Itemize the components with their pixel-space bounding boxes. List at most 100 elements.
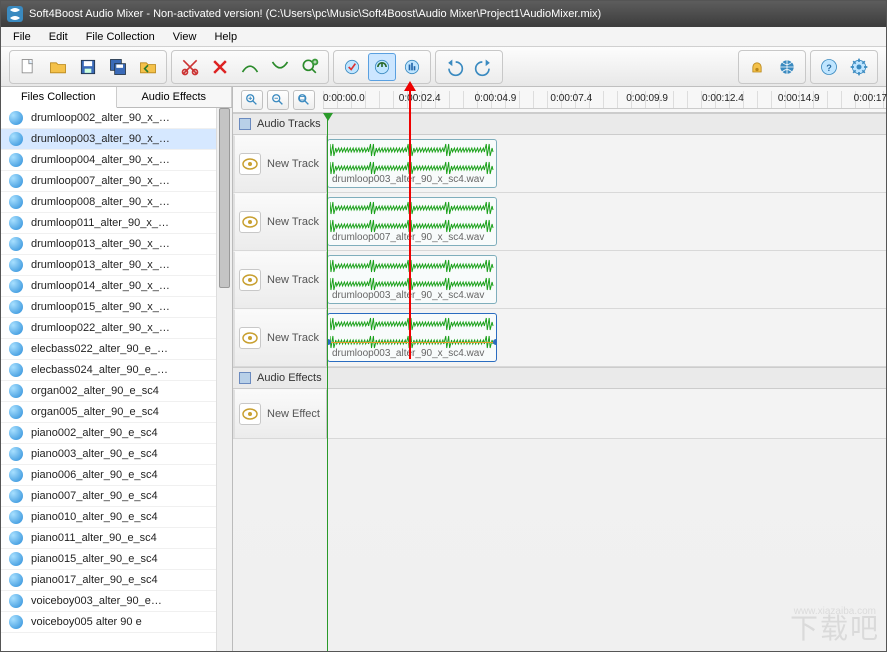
menu-view[interactable]: View: [165, 29, 205, 45]
fadeout-button[interactable]: [266, 53, 294, 81]
section-audio-effects-label: Audio Effects: [257, 372, 322, 384]
file-item[interactable]: piano011_alter_90_e_sc4: [1, 528, 232, 549]
audio-file-icon: [9, 552, 23, 566]
scrollbar-thumb[interactable]: [219, 108, 230, 288]
add-marker-button[interactable]: [296, 53, 324, 81]
mix-button[interactable]: [338, 53, 366, 81]
file-item[interactable]: drumloop013_alter_90_x_…: [1, 234, 232, 255]
audio-clip[interactable]: drumloop003_alter_90_x_sc4.wav: [327, 139, 497, 188]
menu-file-collection[interactable]: File Collection: [78, 29, 163, 45]
toolbar-group-process: [333, 50, 431, 84]
audio-file-icon: [9, 531, 23, 545]
file-item[interactable]: piano007_alter_90_e_sc4: [1, 486, 232, 507]
file-item[interactable]: drumloop007_alter_90_x_…: [1, 171, 232, 192]
file-item[interactable]: organ002_alter_90_e_sc4: [1, 381, 232, 402]
file-list-scrollbar[interactable]: [216, 108, 232, 651]
file-item[interactable]: elecbass022_alter_90_e_…: [1, 339, 232, 360]
section-audio-tracks[interactable]: Audio Tracks: [233, 113, 886, 135]
menu-edit[interactable]: Edit: [41, 29, 76, 45]
zoom-in-button[interactable]: [241, 90, 263, 110]
file-item-label: drumloop013_alter_90_x_…: [31, 238, 170, 250]
delete-button[interactable]: [206, 53, 234, 81]
file-item[interactable]: piano002_alter_90_e_sc4: [1, 423, 232, 444]
web-button[interactable]: [773, 53, 801, 81]
file-item[interactable]: drumloop008_alter_90_x_…: [1, 192, 232, 213]
track-lane[interactable]: drumloop007_alter_90_x_sc4.wav: [327, 193, 886, 250]
effect-lane[interactable]: [327, 389, 886, 438]
timeline-ruler[interactable]: 0:00:00.00:00:02.40:00:04.90:00:07.40:00…: [323, 91, 886, 109]
save-button[interactable]: [74, 53, 102, 81]
file-item[interactable]: elecbass024_alter_90_e_…: [1, 360, 232, 381]
eye-icon[interactable]: [239, 327, 261, 349]
file-item[interactable]: organ005_alter_90_e_sc4: [1, 402, 232, 423]
file-item[interactable]: voiceboy005 alter 90 e: [1, 612, 232, 633]
open-button[interactable]: [44, 53, 72, 81]
file-item[interactable]: drumloop013_alter_90_x_…: [1, 255, 232, 276]
menubar: File Edit File Collection View Help: [1, 27, 886, 47]
file-item[interactable]: voiceboy003_alter_90_e…: [1, 591, 232, 612]
tab-files-collection[interactable]: Files Collection: [1, 87, 117, 108]
app-icon: [7, 6, 23, 22]
timeline-mark: 0:00:17.4: [854, 93, 887, 104]
file-item[interactable]: drumloop015_alter_90_x_…: [1, 297, 232, 318]
file-item[interactable]: piano003_alter_90_e_sc4: [1, 444, 232, 465]
volume-line[interactable]: [328, 342, 496, 343]
menu-file[interactable]: File: [5, 29, 39, 45]
collapse-icon[interactable]: [239, 372, 251, 384]
cut-button[interactable]: [176, 53, 204, 81]
options-button[interactable]: [845, 53, 873, 81]
collapse-icon[interactable]: [239, 118, 251, 130]
track-head[interactable]: New Track: [233, 309, 327, 366]
file-list[interactable]: drumloop002_alter_90_x_…drumloop003_alte…: [1, 108, 232, 651]
clip-label: drumloop003_alter_90_x_sc4.wav: [332, 174, 484, 185]
file-item[interactable]: drumloop022_alter_90_x_…: [1, 318, 232, 339]
timeline-mark: 0:00:14.9: [778, 93, 820, 104]
eye-icon[interactable]: [239, 403, 261, 425]
file-item[interactable]: drumloop003_alter_90_x_…: [1, 129, 232, 150]
toolbar-group-app: [738, 50, 806, 84]
track-area[interactable]: Audio Tracks New Trackdrumloop003_alter_…: [233, 113, 886, 651]
file-item[interactable]: piano015_alter_90_e_sc4: [1, 549, 232, 570]
svg-text:?: ?: [826, 63, 832, 73]
activate-button[interactable]: [743, 53, 771, 81]
process-button[interactable]: [368, 53, 396, 81]
zoom-fit-button[interactable]: [293, 90, 315, 110]
file-item[interactable]: piano006_alter_90_e_sc4: [1, 465, 232, 486]
effect-head[interactable]: New Effect: [233, 389, 327, 438]
zoom-row: 0:00:00.00:00:02.40:00:04.90:00:07.40:00…: [233, 87, 886, 113]
file-item[interactable]: piano010_alter_90_e_sc4: [1, 507, 232, 528]
track-head[interactable]: New Track: [233, 251, 327, 308]
zoom-out-button[interactable]: [267, 90, 289, 110]
track-head[interactable]: New Track: [233, 135, 327, 192]
audio-clip[interactable]: drumloop003_alter_90_x_sc4.wav: [327, 255, 497, 304]
revert-button[interactable]: [134, 53, 162, 81]
new-file-button[interactable]: [14, 53, 42, 81]
help-button[interactable]: ?: [815, 53, 843, 81]
fadein-button[interactable]: [236, 53, 264, 81]
equalize-button[interactable]: [398, 53, 426, 81]
audio-clip[interactable]: drumloop003_alter_90_x_sc4.wav: [327, 313, 497, 362]
file-item[interactable]: drumloop004_alter_90_x_…: [1, 150, 232, 171]
track-lane[interactable]: drumloop003_alter_90_x_sc4.wav: [327, 251, 886, 308]
menu-help[interactable]: Help: [206, 29, 245, 45]
undo-button[interactable]: [440, 53, 468, 81]
track-head[interactable]: New Track: [233, 193, 327, 250]
track-lane[interactable]: drumloop003_alter_90_x_sc4.wav: [327, 135, 886, 192]
section-audio-tracks-label: Audio Tracks: [257, 118, 321, 130]
save-all-button[interactable]: [104, 53, 132, 81]
file-item[interactable]: drumloop014_alter_90_x_…: [1, 276, 232, 297]
redo-button[interactable]: [470, 53, 498, 81]
track-row: New Track drumloop003_alter_90_x_sc4.wav: [233, 135, 886, 193]
volume-handle[interactable]: [493, 339, 497, 345]
file-item[interactable]: piano017_alter_90_e_sc4: [1, 570, 232, 591]
eye-icon[interactable]: [239, 153, 261, 175]
file-item[interactable]: drumloop011_alter_90_x_…: [1, 213, 232, 234]
audio-clip[interactable]: drumloop007_alter_90_x_sc4.wav: [327, 197, 497, 246]
file-item[interactable]: drumloop002_alter_90_x_…: [1, 108, 232, 129]
effect-row: New Effect: [233, 389, 886, 439]
track-lane[interactable]: drumloop003_alter_90_x_sc4.wav: [327, 309, 886, 366]
section-audio-effects[interactable]: Audio Effects: [233, 367, 886, 389]
eye-icon[interactable]: [239, 269, 261, 291]
eye-icon[interactable]: [239, 211, 261, 233]
tab-audio-effects[interactable]: Audio Effects: [117, 87, 233, 107]
